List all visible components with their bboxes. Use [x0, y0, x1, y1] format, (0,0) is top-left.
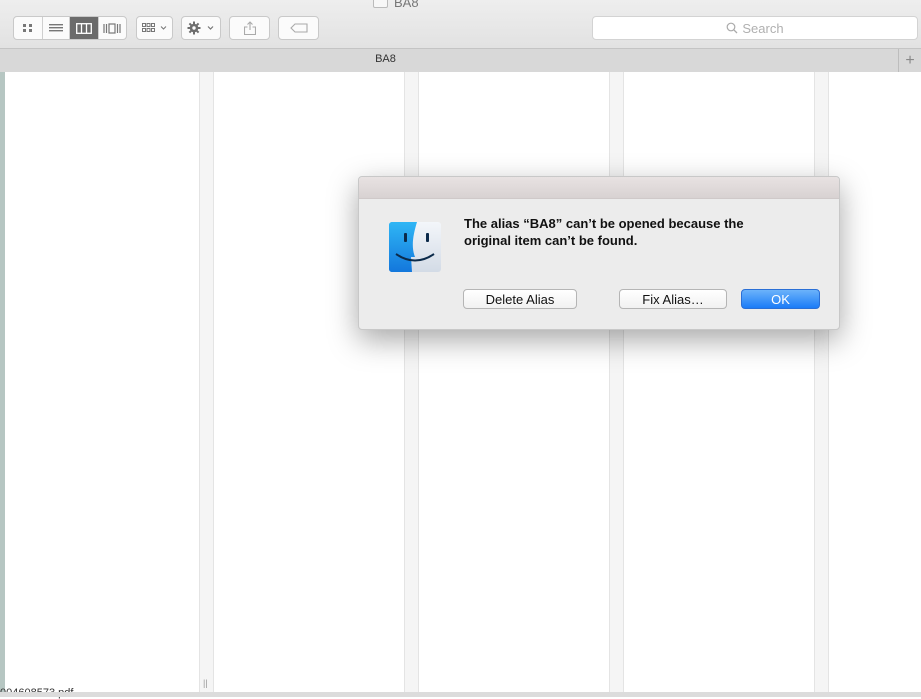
share-button[interactable]: [229, 16, 270, 40]
search-icon: [726, 22, 738, 34]
list-view-button[interactable]: [43, 17, 71, 39]
arrange-icon: [141, 23, 166, 32]
window-title: BA8: [373, 0, 419, 10]
column-browser: ||: [0, 72, 921, 692]
dialog-titlebar: [359, 177, 839, 199]
action-button[interactable]: [181, 16, 221, 40]
search-placeholder: Search: [742, 20, 784, 36]
window-toolbar: BA8 Search: [0, 0, 921, 48]
delete-alias-button[interactable]: Delete Alias: [463, 289, 577, 309]
share-icon: [243, 21, 256, 35]
tag-button[interactable]: [278, 16, 319, 40]
ok-button[interactable]: OK: [741, 289, 820, 309]
icon-view-icon: [22, 24, 32, 32]
icon-view-button[interactable]: [14, 17, 43, 39]
plus-icon: +: [905, 51, 915, 69]
tab-bar: BA8 +: [0, 48, 921, 73]
view-mode-group: [13, 16, 127, 40]
arrange-button[interactable]: [136, 16, 173, 40]
tab-ba8[interactable]: BA8: [0, 53, 771, 65]
column-divider[interactable]: ||: [199, 72, 214, 692]
sidebar-edge: [0, 72, 5, 692]
tag-icon: [289, 23, 308, 33]
cover-flow-icon: [103, 22, 121, 34]
alert-message: The alias “BA8” can’t be opened because …: [464, 216, 744, 248]
column-resize-handle[interactable]: ||: [203, 678, 208, 688]
alias-alert-dialog: The alias “BA8” can’t be opened because …: [358, 176, 840, 330]
bottom-bar: [0, 692, 921, 697]
folder-icon: [373, 0, 388, 8]
column-view-icon: [75, 22, 92, 34]
window-title-label: BA8: [394, 0, 419, 10]
new-tab-button[interactable]: +: [898, 49, 921, 72]
column-divider[interactable]: [404, 72, 419, 692]
cover-flow-view-button[interactable]: [99, 17, 126, 39]
column-divider[interactable]: [814, 72, 829, 692]
column-divider[interactable]: [609, 72, 624, 692]
column-view-button[interactable]: [70, 17, 99, 39]
fix-alias-button[interactable]: Fix Alias…: [619, 289, 727, 309]
list-view-icon: [48, 24, 63, 32]
gear-icon: [187, 21, 214, 35]
finder-icon: [389, 222, 441, 272]
search-field[interactable]: Search: [592, 16, 918, 40]
